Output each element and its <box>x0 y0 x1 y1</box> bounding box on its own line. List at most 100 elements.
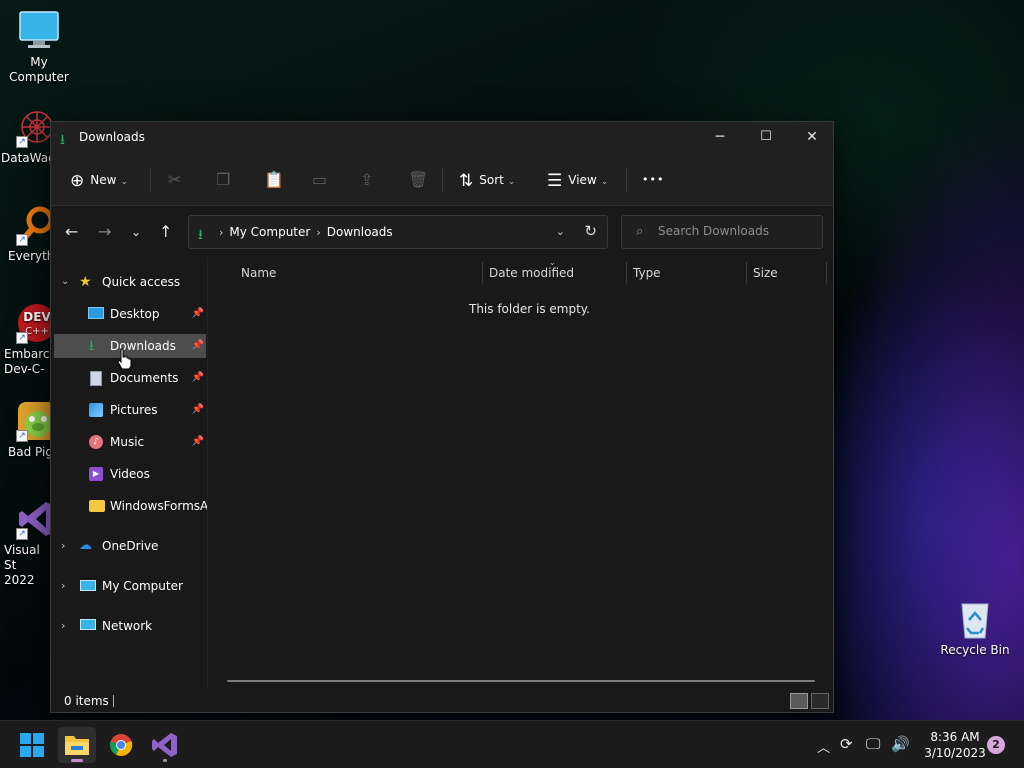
monitor-icon <box>18 10 60 52</box>
column-divider[interactable] <box>626 262 627 284</box>
refresh-icon[interactable]: ↻ <box>584 222 597 240</box>
details-view-button[interactable] <box>790 693 808 709</box>
desktop-icon-recycle-bin[interactable]: Recycle Bin <box>936 598 1014 658</box>
videos-icon: ▶ <box>89 467 103 481</box>
pin-icon[interactable]: 📌 <box>192 302 204 326</box>
rename-icon[interactable]: ▭ <box>312 170 327 189</box>
paste-icon[interactable]: 📋 <box>264 170 284 189</box>
network-status-icon[interactable]: 🖵 <box>866 735 880 753</box>
more-options-button[interactable]: ••• <box>642 167 664 193</box>
new-button-label: New <box>90 173 117 187</box>
sidebar-item-label: Music <box>110 435 145 449</box>
chrome-icon <box>109 734 133 756</box>
up-arrow-icon[interactable]: ↑ <box>159 222 172 241</box>
breadcrumb-downloads[interactable]: Downloads <box>327 225 393 239</box>
pin-icon[interactable]: 📌 <box>192 366 204 390</box>
desktop-icon-my-computer[interactable]: My Computer <box>0 10 78 85</box>
address-bar[interactable]: ⭳ › My Computer › Downloads ⌄ ↻ <box>188 215 608 249</box>
search-box[interactable]: ⌕ <box>621 215 823 249</box>
command-bar: ⊕ New ⌄ ✂ ❐ 📋 ▭ ⇪ 🗑 ⇅ Sort ⌄ ☰ View ⌄ ••• <box>51 152 833 206</box>
forward-arrow-icon[interactable]: → <box>98 222 111 241</box>
sidebar-item-label: Network <box>102 619 153 633</box>
minimize-button[interactable]: ─ <box>697 122 743 152</box>
clock-date: 3/10/2023 <box>924 746 986 760</box>
taskbar-file-explorer[interactable] <box>58 727 96 763</box>
system-clock[interactable]: 8:36 AM 3/10/2023 <box>914 729 996 761</box>
sidebar-item-my-computer[interactable]: › My Computer <box>54 574 206 598</box>
my-computer-icon <box>80 580 96 591</box>
column-header-name[interactable]: Name <box>241 266 276 280</box>
column-header-date-modified[interactable]: Date modified <box>489 266 574 280</box>
hand-pointer-cursor-icon <box>117 348 133 370</box>
plus-circle-icon: ⊕ <box>70 171 85 191</box>
desktop-icon-label: My Computer <box>9 55 69 84</box>
navigation-row: ← → ⌄ ↑ ⭳ › My Computer › Downloads ⌄ ↻ ⌕ <box>51 206 833 258</box>
sync-alert-icon[interactable]: ⟳ <box>840 735 853 753</box>
column-header-size[interactable]: Size <box>753 266 778 280</box>
view-button[interactable]: ☰ View ⌄ <box>547 167 608 193</box>
view-button-label: View <box>568 173 597 187</box>
breadcrumb-separator-icon: › <box>316 226 321 239</box>
sidebar-item-windowsformsap[interactable]: WindowsFormsAp <box>54 494 207 518</box>
shortcut-arrow-icon: ↗ <box>16 528 28 540</box>
start-button[interactable] <box>13 727 51 763</box>
taskbar-visual-studio[interactable] <box>146 727 184 763</box>
expand-chevron-icon[interactable]: › <box>61 614 65 638</box>
pin-icon[interactable]: 📌 <box>192 334 204 358</box>
new-button[interactable]: ⊕ New ⌄ <box>70 167 128 193</box>
status-bar: 0 items <box>51 688 833 714</box>
horizontal-scrollbar[interactable] <box>227 680 815 682</box>
recycle-bin-icon <box>954 598 996 640</box>
share-icon[interactable]: ⇪ <box>360 170 373 189</box>
expand-chevron-icon[interactable]: › <box>61 574 65 598</box>
notification-badge[interactable]: 2 <box>987 736 1005 754</box>
sidebar-item-label: Videos <box>110 467 150 481</box>
column-divider[interactable] <box>746 262 747 284</box>
sidebar-item-network[interactable]: › Network <box>54 614 206 638</box>
pin-icon[interactable]: 📌 <box>192 398 204 422</box>
sidebar-item-label: My Computer <box>102 579 183 593</box>
title-bar[interactable]: ⭳ Downloads ─ ☐ ✕ <box>51 122 833 152</box>
breadcrumb-my-computer[interactable]: My Computer <box>229 225 310 239</box>
sort-button[interactable]: ⇅ Sort ⌄ <box>459 167 515 193</box>
search-icon: ⌕ <box>636 224 644 239</box>
sidebar-item-videos[interactable]: ▶ Videos <box>54 462 206 486</box>
chevron-down-icon: ⌄ <box>120 177 128 187</box>
show-hidden-icons-chevron-icon[interactable]: ︿ <box>817 737 830 756</box>
address-history-chevron-icon[interactable]: ⌄ <box>556 225 565 238</box>
clock-time: 8:36 AM <box>930 730 980 744</box>
close-button[interactable]: ✕ <box>789 122 835 152</box>
running-indicator <box>71 759 83 762</box>
navigation-pane[interactable]: ⌄ ★ Quick access Desktop 📌 ⭳ Downloads 📌… <box>51 258 208 688</box>
svg-text:C++: C++ <box>25 326 49 337</box>
pin-icon[interactable]: 📌 <box>192 430 204 454</box>
recent-locations-chevron-icon[interactable]: ⌄ <box>131 225 141 239</box>
shortcut-arrow-icon: ↗ <box>16 332 28 344</box>
sidebar-item-music[interactable]: ♪ Music 📌 <box>54 430 206 454</box>
column-divider[interactable] <box>826 262 827 284</box>
cut-icon[interactable]: ✂ <box>168 170 181 189</box>
status-divider <box>113 695 114 707</box>
maximize-button[interactable]: ☐ <box>743 122 789 152</box>
file-list-pane[interactable]: Name ⌄ Date modified Type Size This fold… <box>209 258 833 688</box>
search-input[interactable] <box>658 224 818 238</box>
sidebar-item-desktop[interactable]: Desktop 📌 <box>54 302 206 326</box>
volume-icon[interactable]: 🔊 <box>891 735 910 753</box>
taskbar-chrome[interactable] <box>102 727 140 763</box>
expand-chevron-icon[interactable]: › <box>61 534 65 558</box>
desktop-icon-label: Recycle Bin <box>940 643 1010 657</box>
large-icons-view-button[interactable] <box>811 693 829 709</box>
sidebar-item-pictures[interactable]: Pictures 📌 <box>54 398 206 422</box>
sidebar-item-onedrive[interactable]: › ☁ OneDrive <box>54 534 206 558</box>
file-explorer-window[interactable]: ⭳ Downloads ─ ☐ ✕ ⊕ New ⌄ ✂ ❐ 📋 ▭ ⇪ 🗑 ⇅ Sor… <box>50 121 834 713</box>
downloads-icon: ⭳ <box>198 227 203 243</box>
column-header-type[interactable]: Type <box>633 266 661 280</box>
delete-icon[interactable]: 🗑 <box>408 170 428 189</box>
sidebar-item-label: Quick access <box>102 275 181 289</box>
expand-chevron-icon[interactable]: ⌄ <box>61 270 69 294</box>
copy-icon[interactable]: ❐ <box>216 170 230 189</box>
empty-folder-message: This folder is empty. <box>469 302 590 316</box>
back-arrow-icon[interactable]: ← <box>65 222 78 241</box>
sidebar-item-quick-access[interactable]: ⌄ ★ Quick access <box>54 270 206 294</box>
column-divider[interactable] <box>482 262 483 284</box>
